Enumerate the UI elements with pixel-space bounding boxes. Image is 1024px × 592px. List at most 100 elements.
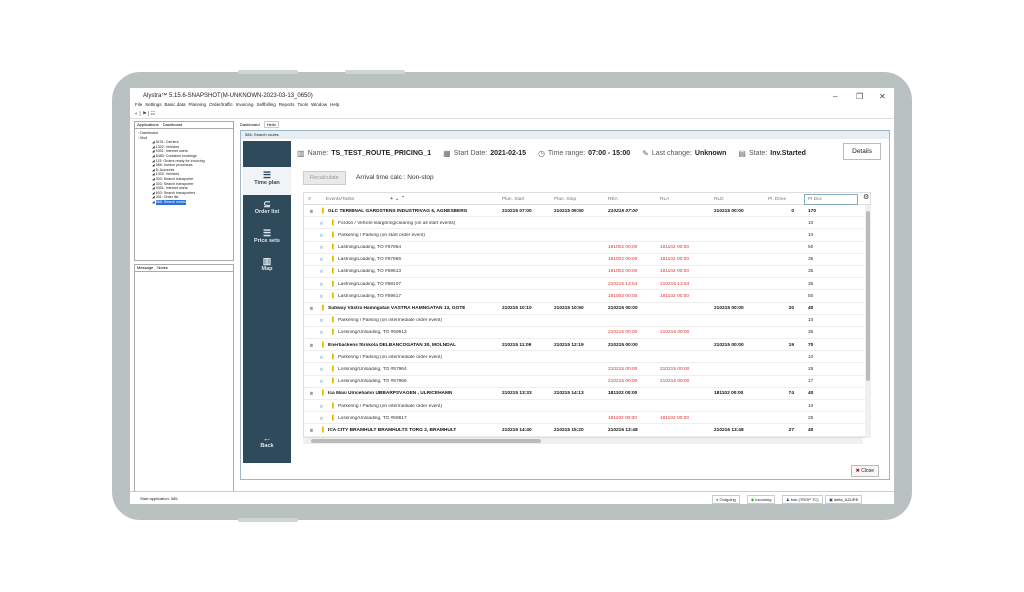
- toolbar-icon[interactable]: ◐ | ⚑ | ☷: [135, 111, 155, 117]
- task-row[interactable]: ⠿ ▌ Lossning/Unloading, TO #59617 181102 00…: [304, 412, 870, 425]
- col-plan-start[interactable]: Plan. Start: [502, 197, 524, 202]
- stop-row[interactable]: ⠿ ▌ GLC TERMINAL GÅRDSTENS INDUSTRIVÄG 6, …: [304, 205, 870, 218]
- menu-item[interactable]: File: [135, 102, 142, 107]
- drag-handle-icon[interactable]: ⠿: [310, 343, 313, 348]
- recalculate-button[interactable]: Recalculate: [303, 171, 346, 185]
- name-label: Name:: [307, 149, 329, 157]
- panel-tabs: Applications Dashboard: [135, 122, 233, 129]
- stop-row[interactable]: ⠿ ▌ Subway Västra Hamngatan VÄSTRA HAMNGAT…: [304, 303, 870, 315]
- tab-dashboard[interactable]: Dashboard: [163, 122, 183, 127]
- cell-rla: 210215 00:00: [660, 379, 690, 385]
- col-pl-dur[interactable]: Pl Dur.: [804, 194, 858, 205]
- drag-handle-icon[interactable]: ⠿: [320, 355, 323, 360]
- drag-handle-icon[interactable]: ⠿: [320, 294, 323, 299]
- expand-collapse-icon[interactable]: + ⌄ ⌃: [390, 196, 406, 202]
- menu-item[interactable]: Basic data: [165, 102, 186, 107]
- menu-item[interactable]: Tools: [298, 102, 309, 107]
- task-row[interactable]: ⠿ ▌ Lossning/Unloading, TO #57964 210215 00…: [304, 363, 870, 376]
- gear-icon[interactable]: ⚙: [863, 193, 869, 201]
- task-row[interactable]: ⠿ ▌ Lastning/Loading, TO #57966 181002 00:0…: [304, 254, 870, 266]
- incoming-label: Incoming: [755, 497, 772, 502]
- stop-row[interactable]: ⠿ ▌ Ica Maxi Ulricehamn UBBARPSVÄGEN , ULR…: [304, 388, 870, 400]
- drag-handle-icon[interactable]: ⠿: [320, 257, 323, 262]
- drag-handle-icon[interactable]: ⠿: [320, 379, 323, 384]
- drag-handle-icon[interactable]: ⠿: [320, 318, 323, 323]
- col-plan-stop[interactable]: Plan. Stop: [554, 197, 576, 202]
- drag-handle-icon[interactable]: ⠿: [310, 209, 313, 214]
- task-row[interactable]: ⠿ ▌ Parkering / Parking (on intermediate o…: [304, 315, 870, 327]
- menu-item[interactable]: Reports: [279, 102, 295, 107]
- tab-dashboard-main[interactable]: Dashboard: [240, 122, 260, 127]
- task-row[interactable]: ⠿ ▌ Lossning/Unloading, TO #59613 210215 00…: [304, 327, 870, 340]
- tab-notes[interactable]: Notes: [157, 265, 167, 270]
- cell-dur: 10: [808, 318, 814, 324]
- task-row[interactable]: ⠿ ▌ Lossning/Unloading, TO #57966 210215 00…: [304, 376, 870, 388]
- nav-map[interactable]: ▥ Map: [243, 256, 291, 272]
- change-value: Unknown: [694, 149, 727, 157]
- stop-row[interactable]: ⠿ ▌ ICA CITY BRÄMHULT BRÄMHULTS TORG 2, BR…: [304, 424, 870, 437]
- col-rea[interactable]: REA: [608, 197, 618, 202]
- drag-handle-icon[interactable]: ⠿: [310, 306, 313, 311]
- horizontal-scrollbar[interactable]: [303, 438, 863, 444]
- nav-price-sets[interactable]: ☰ Price sets: [243, 228, 291, 244]
- menu-item[interactable]: Order/traffic: [209, 102, 233, 107]
- col-rld[interactable]: RLD: [714, 197, 724, 202]
- task-row[interactable]: ⠿ ▌ Lastning/Loading, TO #59617 181002 00:0…: [304, 290, 870, 303]
- drag-handle-icon[interactable]: ⠿: [320, 367, 323, 372]
- col-events[interactable]: Events/Tasks: [326, 197, 354, 202]
- drag-handle-icon[interactable]: ⠿: [310, 428, 313, 433]
- close-window-icon[interactable]: ✕: [879, 92, 886, 101]
- menu-item[interactable]: Invoicing: [236, 102, 254, 107]
- col-pl-drive[interactable]: Pl. Drive: [768, 197, 786, 202]
- menu-item[interactable]: Selfbilling: [257, 102, 276, 107]
- menu-item[interactable]: Help: [330, 102, 339, 107]
- tab-hello[interactable]: Hello: [263, 121, 279, 128]
- tree-item[interactable]: ◢ 586: Search routes: [138, 199, 230, 205]
- drag-handle-icon[interactable]: ⠿: [320, 416, 323, 421]
- drag-handle-icon[interactable]: ⠿: [320, 221, 323, 226]
- nav-back[interactable]: ← Back: [243, 433, 291, 449]
- menu-item[interactable]: Window: [311, 102, 327, 107]
- drag-handle-icon[interactable]: ⠿: [320, 404, 323, 409]
- col-rla[interactable]: RLA: [660, 197, 669, 202]
- cell-t: Lastning/Loading, TO #59613: [338, 269, 402, 275]
- tab-applications[interactable]: Applications: [137, 122, 159, 127]
- scroll-thumb[interactable]: [866, 211, 870, 381]
- nav-order-list[interactable]: ⊆ Order list: [243, 199, 291, 215]
- cell-rla: 181102 00:00: [660, 293, 689, 299]
- maximize-icon[interactable]: ❐: [856, 92, 863, 101]
- drag-handle-icon[interactable]: ⠿: [310, 391, 313, 396]
- cell-rla: 210215 13:54: [660, 281, 690, 287]
- range-label: Time range:: [547, 149, 586, 157]
- menu-item[interactable]: Settings: [145, 102, 161, 107]
- search-icon[interactable]: ⌕: [308, 196, 311, 203]
- close-button[interactable]: ✖ Close: [850, 465, 879, 477]
- task-row[interactable]: ⠿ ▌ Fordon / Vehicle klargöring/clearing (…: [304, 217, 870, 230]
- task-row[interactable]: ⠿ ▌ Lastning/Loading, TO #57964 181002 00:0…: [304, 242, 870, 254]
- cell-ps: 210215 11:09: [502, 342, 532, 348]
- drag-handle-icon[interactable]: ⠿: [320, 245, 323, 250]
- task-row[interactable]: ⠿ ▌ Parkering / Parking (on start order ev…: [304, 229, 870, 242]
- scroll-thumb[interactable]: [311, 439, 541, 443]
- task-row[interactable]: ⠿ ▌ Lastning/Loading, TO #58107 210215 13:5…: [304, 278, 870, 291]
- task-row[interactable]: ⠿ ▌ Parkering / Parking (on intermediate o…: [304, 351, 870, 364]
- details-button[interactable]: Details: [843, 143, 881, 160]
- order-list-icon: ⊆: [263, 199, 271, 209]
- task-row[interactable]: ⠿ ▌ Parkering / Parking (on intermediate o…: [304, 400, 870, 413]
- task-row[interactable]: ⠿ ▌ Lastning/Loading, TO #59613 181002 00:0…: [304, 266, 870, 279]
- nav-time-plan[interactable]: ☰ Time plan: [243, 167, 291, 195]
- cell-dur: 10: [808, 354, 814, 360]
- cell-t: Ica Maxi Ulricehamn UBBARPSVÄGEN , ULRIC…: [328, 391, 453, 397]
- drag-handle-icon[interactable]: ⠿: [320, 269, 323, 274]
- menu-item[interactable]: Planning: [189, 102, 207, 107]
- drag-handle-icon[interactable]: ⠿: [320, 233, 323, 238]
- drag-handle-icon[interactable]: ⠿: [320, 282, 323, 287]
- drag-handle-icon[interactable]: ⠿: [320, 330, 323, 335]
- stop-row[interactable]: ⠿ ▌ Enerbackens förskola DELBANCOGATAN 30,…: [304, 339, 870, 352]
- tree-item-label: 1302: Vehicles: [155, 172, 180, 177]
- vertical-scrollbar[interactable]: [865, 205, 871, 438]
- tab-message[interactable]: Message: [137, 265, 153, 270]
- minimize-icon[interactable]: –: [833, 92, 837, 101]
- cell-rld: 210215 00:00: [714, 306, 744, 311]
- cell-dur: 35: [808, 330, 814, 336]
